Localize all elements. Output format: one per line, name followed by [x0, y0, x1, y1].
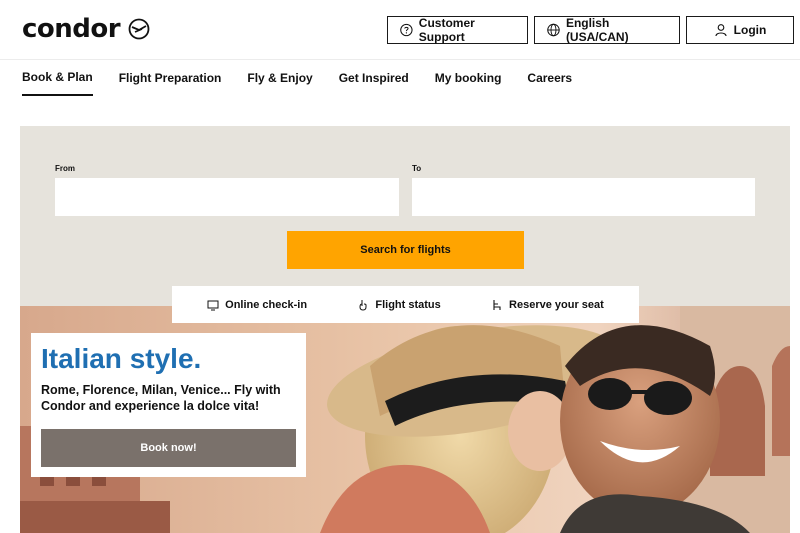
condor-logo-icon	[128, 18, 150, 40]
nav-item-fly-enjoy[interactable]: Fly & Enjoy	[247, 60, 312, 96]
nav-item-book-plan[interactable]: Book & Plan	[22, 60, 93, 96]
nav-item-get-inspired[interactable]: Get Inspired	[339, 60, 409, 96]
flight-search-panel: From To Search for flights	[20, 126, 790, 308]
from-label: From	[55, 164, 75, 173]
hand-pointer-icon	[359, 299, 367, 311]
seat-icon	[493, 299, 501, 310]
question-circle-icon	[400, 23, 413, 37]
book-now-button[interactable]: Book now!	[41, 429, 296, 467]
top-bar: condor Customer Support English (USA/CAN…	[0, 0, 800, 60]
language-label: English (USA/CAN)	[565, 16, 629, 44]
user-icon	[715, 24, 727, 37]
customer-support-label: Customer Support	[418, 16, 475, 44]
reserve-seat-link[interactable]: Reserve your seat	[491, 299, 604, 311]
logo[interactable]: condor	[22, 14, 150, 44]
search-flights-button[interactable]: Search for flights	[287, 231, 524, 269]
nav-item-flight-preparation[interactable]: Flight Preparation	[119, 60, 222, 96]
to-label: To	[412, 164, 422, 173]
nav-item-careers[interactable]: Careers	[527, 60, 572, 96]
globe-icon	[547, 23, 560, 37]
promo-card: Italian style. Rome, Florence, Milan, Ve…	[31, 333, 306, 477]
language-button[interactable]: English (USA/CAN)	[534, 16, 680, 44]
page: condor Customer Support English (USA/CAN…	[0, 0, 800, 533]
promo-title: Italian style.	[41, 343, 202, 374]
quick-links-bar: Online check-in Flight status Reserve yo…	[172, 286, 639, 323]
flight-status-label: Flight status	[375, 298, 441, 311]
to-input[interactable]	[412, 178, 755, 216]
header-actions: Customer Support English (USA/CAN) Login	[387, 16, 794, 44]
online-check-in-link[interactable]: Online check-in	[207, 299, 307, 311]
online-check-in-label: Online check-in	[225, 298, 308, 311]
nav-item-my-booking[interactable]: My booking	[435, 60, 502, 96]
reserve-seat-label: Reserve your seat	[509, 298, 604, 311]
monitor-icon	[207, 300, 219, 310]
from-input[interactable]	[55, 178, 399, 216]
promo-text: Rome, Florence, Milan, Venice... Fly wit…	[41, 383, 281, 413]
logo-wordmark: condor	[22, 14, 121, 44]
login-label: Login	[733, 23, 767, 37]
login-button[interactable]: Login	[686, 16, 794, 44]
customer-support-button[interactable]: Customer Support	[387, 16, 528, 44]
flight-status-link[interactable]: Flight status	[357, 298, 441, 311]
main-nav: Book & Plan Flight Preparation Fly & Enj…	[22, 60, 572, 96]
